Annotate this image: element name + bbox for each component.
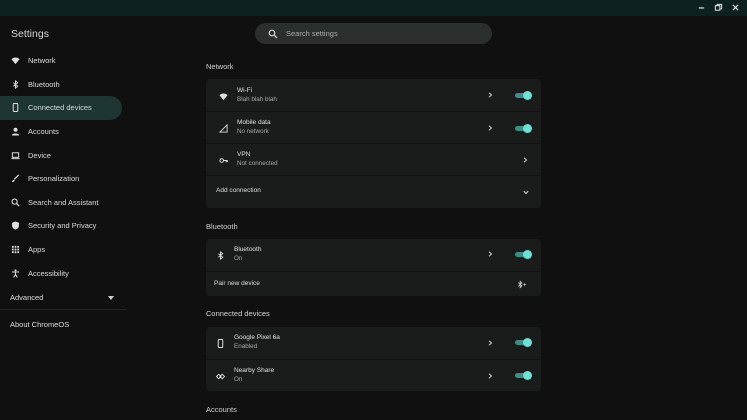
- sidebar-item-accessibility[interactable]: Accessibility: [0, 261, 126, 285]
- pixel-subtitle: Enabled: [234, 343, 258, 350]
- wifi-title: Wi-Fi: [237, 87, 253, 94]
- section-title-network: Network: [206, 62, 234, 71]
- brush-icon: [11, 174, 19, 183]
- mobile-data-title: Mobile data: [237, 119, 271, 126]
- bluetooth-row[interactable]: Bluetooth On: [206, 239, 541, 271]
- sidebar-item-search-assistant[interactable]: Search and Assistant: [0, 191, 126, 215]
- sidebar-item-label: Accessibility: [28, 268, 69, 278]
- app-title: Settings: [11, 28, 49, 40]
- sidebar-item-apps[interactable]: Apps: [0, 238, 126, 262]
- sidebar-item-personalization[interactable]: Personalization: [0, 167, 126, 191]
- person-icon: [11, 127, 19, 136]
- vpn-title: VPN: [237, 151, 251, 158]
- add-connection-row[interactable]: Add connection: [206, 175, 541, 208]
- sidebar-item-security-privacy[interactable]: Security and Privacy: [0, 214, 126, 238]
- search-bar[interactable]: [255, 23, 492, 44]
- mobile-data-toggle[interactable]: [515, 123, 532, 133]
- search-icon: [11, 198, 20, 207]
- sidebar-item-label: Accounts: [28, 127, 59, 137]
- section-title-accounts: Accounts: [206, 405, 237, 414]
- bluetooth-card: Bluetooth On Pair new device: [206, 239, 541, 296]
- wifi-subtitle: Blah blah blah: [237, 96, 277, 103]
- nearby-share-icon: [215, 373, 225, 379]
- sidebar-item-label: Personalization: [28, 174, 80, 184]
- chevron-down-icon: [108, 296, 114, 300]
- restore-button[interactable]: [712, 1, 724, 14]
- search-input[interactable]: [286, 29, 476, 38]
- phone-icon: [12, 103, 18, 113]
- vpn-subtitle: Not connected: [237, 160, 278, 167]
- chevron-right-icon: [488, 373, 493, 379]
- bluetooth-add-icon: [517, 279, 526, 289]
- sidebar-item-label: Network: [28, 56, 56, 66]
- sidebar-item-label: Connected devices: [28, 103, 92, 113]
- cellular-icon: [218, 123, 228, 133]
- wifi-icon: [10, 57, 20, 65]
- close-icon: [731, 4, 739, 11]
- sidebar-item-label: Apps: [28, 245, 46, 255]
- pixel-title: Google Pixel 6a: [234, 334, 280, 341]
- bluetooth-icon: [217, 250, 223, 260]
- phone-icon: [217, 338, 223, 348]
- sidebar-item-about[interactable]: About ChromeOS: [10, 320, 69, 329]
- bluetooth-toggle[interactable]: [515, 249, 532, 259]
- bluetooth-subtitle: On: [234, 255, 243, 262]
- sidebar-item-label: Search and Assistant: [28, 197, 99, 207]
- restore-icon: [714, 3, 722, 11]
- wifi-row[interactable]: Wi-Fi Blah blah blah: [206, 79, 541, 111]
- vpn-row[interactable]: VPN Not connected: [206, 143, 541, 175]
- wifi-toggle[interactable]: [515, 90, 532, 100]
- window-controls: [695, 1, 741, 14]
- bluetooth-title: Bluetooth: [234, 246, 262, 253]
- section-title-connected-devices: Connected devices: [206, 309, 270, 318]
- mobile-data-row[interactable]: Mobile data No network: [206, 111, 541, 143]
- apps-grid-icon: [11, 245, 19, 254]
- network-card: Wi-Fi Blah blah blah Mobile data No netw…: [206, 79, 541, 208]
- sidebar: Network Bluetooth Connected devices Acco…: [0, 49, 126, 285]
- nearby-share-title: Nearby Share: [234, 367, 275, 374]
- pixel-row[interactable]: Google Pixel 6a Enabled: [206, 327, 541, 359]
- accessibility-icon: [11, 269, 19, 278]
- nearby-share-subtitle: On: [234, 376, 243, 383]
- sidebar-divider: [0, 309, 126, 310]
- section-title-bluetooth: Bluetooth: [206, 222, 238, 231]
- key-icon: [218, 157, 228, 163]
- pair-new-device-row[interactable]: Pair new device: [206, 271, 541, 296]
- sidebar-item-accounts[interactable]: Accounts: [0, 120, 126, 144]
- connected-devices-card: Google Pixel 6a Enabled Nearby Share On: [206, 327, 541, 391]
- sidebar-advanced-toggle[interactable]: Advanced: [10, 293, 43, 302]
- bluetooth-icon: [12, 79, 18, 89]
- chevron-right-icon: [488, 92, 493, 98]
- wifi-icon: [218, 92, 228, 100]
- sidebar-item-label: Device: [28, 150, 51, 160]
- laptop-icon: [10, 151, 20, 159]
- add-connection-label: Add connection: [216, 187, 261, 194]
- sidebar-item-connected-devices[interactable]: Connected devices: [0, 96, 122, 120]
- chevron-down-icon: [523, 190, 529, 195]
- sidebar-item-label: Security and Privacy: [28, 221, 97, 231]
- minimize-button[interactable]: [695, 1, 707, 14]
- mobile-data-subtitle: No network: [237, 128, 269, 135]
- shield-icon: [11, 221, 19, 231]
- chevron-right-icon: [523, 157, 528, 163]
- nearby-share-toggle[interactable]: [515, 370, 532, 380]
- sidebar-item-label: Bluetooth: [28, 79, 60, 89]
- chevron-right-icon: [488, 251, 493, 257]
- pair-new-device-label: Pair new device: [214, 280, 260, 287]
- search-icon: [268, 29, 278, 38]
- sidebar-item-device[interactable]: Device: [0, 143, 126, 167]
- nearby-share-row[interactable]: Nearby Share On: [206, 359, 541, 391]
- minimize-icon: [698, 7, 704, 9]
- pixel-toggle[interactable]: [515, 337, 532, 347]
- chevron-right-icon: [488, 125, 493, 131]
- close-window-button[interactable]: [729, 1, 741, 14]
- sidebar-item-network[interactable]: Network: [0, 49, 126, 73]
- window-titlebar: [0, 0, 747, 16]
- sidebar-item-bluetooth[interactable]: Bluetooth: [0, 73, 126, 97]
- chevron-right-icon: [488, 340, 493, 346]
